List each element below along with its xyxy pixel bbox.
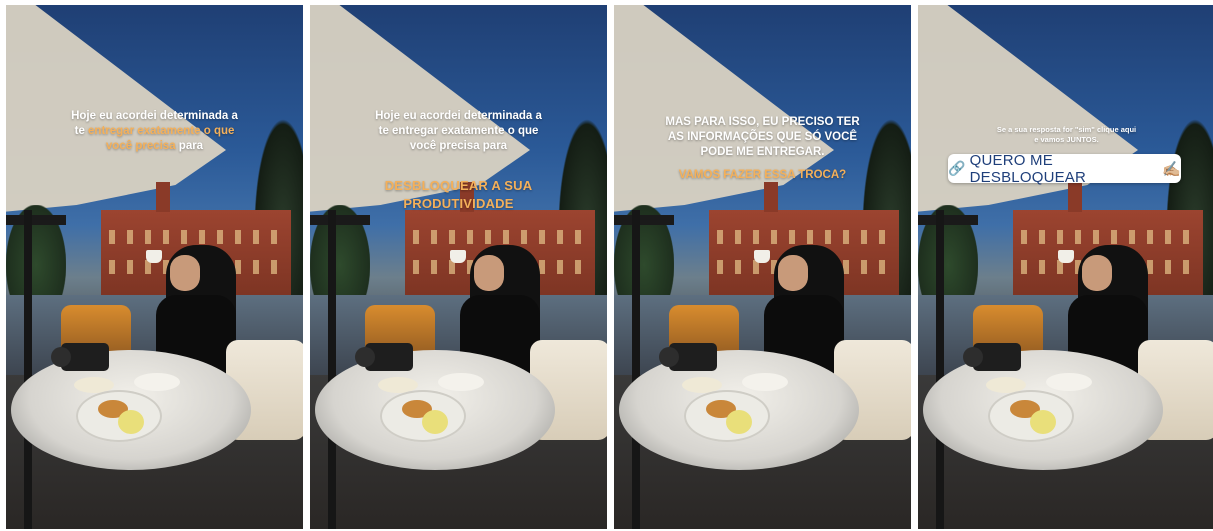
lemon bbox=[1030, 410, 1056, 434]
emphasis-line: PRODUTIVIDADE bbox=[403, 196, 514, 211]
lemon bbox=[726, 410, 752, 434]
woman-face bbox=[1082, 255, 1112, 291]
camera bbox=[659, 343, 717, 371]
dish bbox=[438, 373, 484, 391]
dish bbox=[134, 373, 180, 391]
story-emphasis: DESBLOQUEAR A SUA PRODUTIVIDADE bbox=[310, 177, 607, 213]
pole bbox=[24, 210, 32, 529]
story-panel-1: Hoje eu acordei determinada a te entrega… bbox=[6, 5, 303, 529]
camera bbox=[355, 343, 413, 371]
lemon bbox=[118, 410, 144, 434]
story-panel-2: Hoje eu acordei determinada a te entrega… bbox=[310, 5, 607, 529]
coffee-cup bbox=[450, 250, 466, 263]
lemon bbox=[422, 410, 448, 434]
writing-hand-icon: ✍🏼 bbox=[1162, 160, 1181, 178]
caption-line: te entregar exatamente o que bbox=[74, 125, 235, 137]
story-caption: Hoje eu acordei determinada a te entrega… bbox=[310, 109, 607, 154]
link-sticker-button[interactable]: 🔗 QUERO ME DESBLOQUEAR ✍🏼 bbox=[948, 151, 1181, 186]
pole bbox=[632, 210, 640, 529]
awning-frame bbox=[310, 215, 370, 225]
caption-line: PODE ME ENTREGAR. bbox=[700, 146, 825, 158]
coffee-cup bbox=[1058, 250, 1074, 263]
story-emphasis: VAMOS FAZER ESSA TROCA? bbox=[614, 168, 911, 183]
caption-line: você precisa para bbox=[105, 140, 204, 152]
umbrella bbox=[918, 5, 1138, 213]
coffee-cup bbox=[146, 250, 162, 263]
caption-line: Hoje eu acordei determinada a bbox=[71, 110, 238, 122]
link-sticker-label: QUERO ME DESBLOQUEAR bbox=[969, 151, 1087, 186]
caption-line: Hoje eu acordei determinada a bbox=[375, 110, 542, 122]
awning-frame bbox=[918, 215, 978, 225]
pole bbox=[328, 210, 336, 529]
emphasis-line: VAMOS FAZER ESSA TROCA? bbox=[678, 169, 847, 181]
caption-line: te entregar exatamente o que bbox=[378, 125, 539, 137]
caption-line: AS INFORMAÇÕES QUE SÓ VOCÊ bbox=[667, 131, 858, 143]
caption-line: e vamos JUNTOS. bbox=[1034, 134, 1099, 144]
story-panel-3: MAS PARA ISSO, EU PRECISO TER AS INFORMA… bbox=[614, 5, 911, 529]
story-caption: Se a sua resposta for "sim" clique aqui … bbox=[918, 125, 1213, 144]
caption-line: MAS PARA ISSO, EU PRECISO TER bbox=[665, 116, 860, 128]
coffee-cup bbox=[754, 250, 770, 263]
caption-line: Se a sua resposta for "sim" clique aqui bbox=[996, 125, 1137, 134]
camera bbox=[51, 343, 109, 371]
camera bbox=[963, 343, 1021, 371]
story-caption: Hoje eu acordei determinada a te entrega… bbox=[6, 109, 303, 154]
emphasis-line: DESBLOQUEAR A SUA bbox=[384, 178, 533, 193]
woman-face bbox=[778, 255, 808, 291]
awning-frame bbox=[614, 215, 674, 225]
dish bbox=[742, 373, 788, 391]
awning-frame bbox=[6, 215, 66, 225]
woman-face bbox=[170, 255, 200, 291]
story-panel-4: Se a sua resposta for "sim" clique aqui … bbox=[918, 5, 1213, 529]
dish bbox=[1046, 373, 1092, 391]
caption-line: você precisa para bbox=[409, 140, 508, 152]
woman-face bbox=[474, 255, 504, 291]
link-icon: 🔗 bbox=[948, 160, 966, 176]
pole bbox=[936, 210, 944, 529]
story-caption: MAS PARA ISSO, EU PRECISO TER AS INFORMA… bbox=[614, 115, 911, 160]
